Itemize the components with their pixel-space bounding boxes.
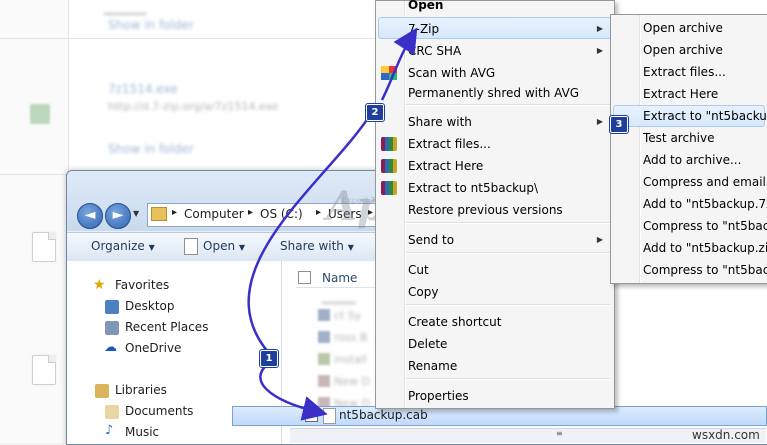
step-3-badge: 3 <box>609 115 629 134</box>
arrow-to-7zip-head <box>380 27 418 101</box>
annotation-arrows <box>247 27 418 421</box>
arrow-to-file <box>259 363 328 421</box>
site-watermark: wsxdn.com <box>692 428 760 442</box>
step-1-badge: 1 <box>259 349 279 368</box>
arrow-to-7zip <box>247 111 374 353</box>
step-2-badge: 2 <box>365 103 385 122</box>
